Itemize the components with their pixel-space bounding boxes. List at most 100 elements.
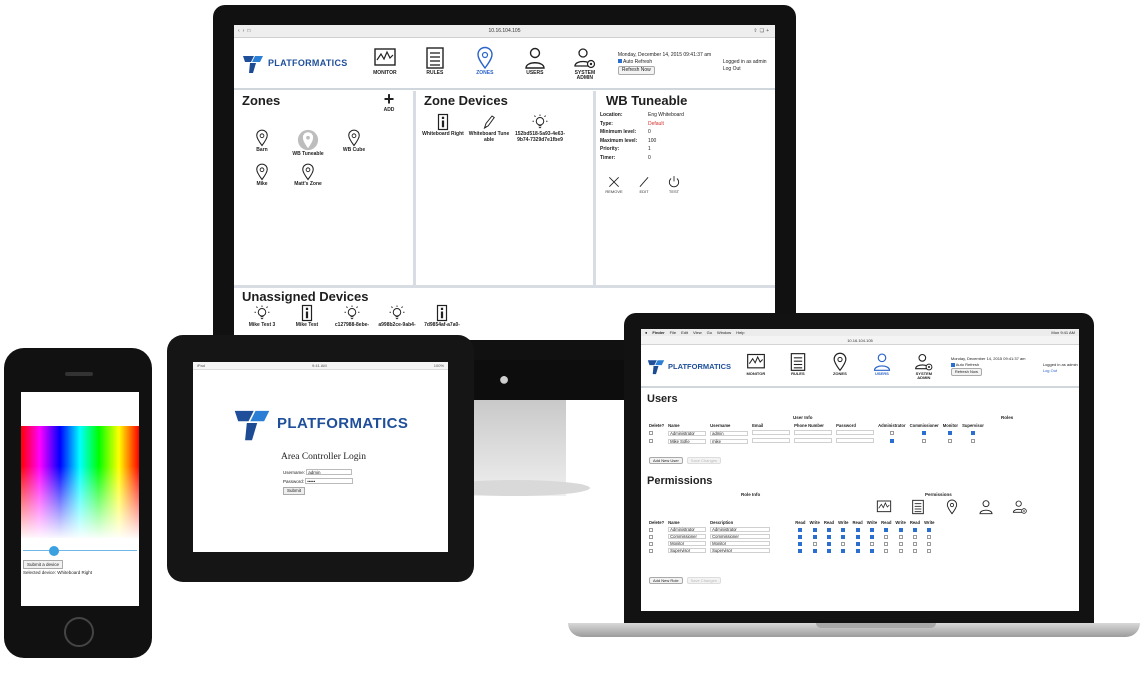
permission-checkbox[interactable] [884, 527, 889, 532]
permission-checkbox[interactable] [812, 541, 817, 546]
nav-system[interactable]: SYSTEM ADMIN [560, 45, 610, 81]
permission-checkbox[interactable] [869, 527, 874, 532]
brand-logo[interactable]: PLATFORMATICS [242, 52, 360, 74]
permission-checkbox[interactable] [869, 534, 874, 539]
zone-device-item[interactable]: Whiteboard Tuneable [468, 113, 510, 143]
submit-device-button[interactable]: Submit a device [23, 560, 64, 569]
permission-checkbox[interactable] [798, 534, 803, 539]
permission-checkbox[interactable] [884, 534, 889, 539]
role-description-field[interactable]: Administrator [710, 527, 771, 532]
address-bar[interactable]: 10.16.104.105 [278, 28, 731, 34]
user-password-field[interactable] [836, 430, 875, 435]
permission-checkbox[interactable] [898, 548, 903, 553]
unassigned-device[interactable]: Mike Test 3 [240, 304, 284, 328]
permission-checkbox[interactable] [812, 534, 817, 539]
refresh-now-button[interactable]: Refresh Now [617, 65, 655, 75]
slider-handle[interactable] [49, 546, 59, 556]
edit-button[interactable]: EDIT [632, 175, 656, 194]
role-checkbox[interactable] [889, 439, 894, 444]
zone-item[interactable]: Matt's Zone [288, 163, 328, 187]
zone-item[interactable]: Barn [242, 129, 282, 153]
laptop-nav-rules[interactable]: RULES [777, 352, 819, 381]
menu-edit[interactable]: Edit [681, 330, 688, 335]
permission-checkbox[interactable] [841, 541, 846, 546]
user-email-field[interactable] [752, 430, 791, 435]
role-description-field[interactable]: Commissioner [710, 534, 771, 539]
permission-checkbox[interactable] [812, 527, 817, 532]
permission-checkbox[interactable] [884, 548, 889, 553]
laptop-nav-zones[interactable]: ZONES [819, 352, 861, 381]
color-picker[interactable] [21, 426, 139, 540]
permission-checkbox[interactable] [898, 527, 903, 532]
permission-checkbox[interactable] [912, 548, 917, 553]
permission-checkbox[interactable] [826, 548, 831, 553]
role-checkbox[interactable] [922, 431, 927, 436]
permission-checkbox[interactable] [912, 534, 917, 539]
permission-checkbox[interactable] [826, 541, 831, 546]
unassigned-device[interactable]: a998b2ce-9ab4- [375, 304, 419, 328]
user-phone-field[interactable] [794, 438, 833, 443]
add-user-button[interactable]: Add New User [649, 457, 683, 464]
permission-checkbox[interactable] [927, 534, 932, 539]
menu-finder[interactable]: Finder [652, 330, 664, 335]
delete-checkbox[interactable] [649, 439, 653, 444]
laptop-nav-monitor[interactable]: MONITOR [735, 352, 777, 381]
plus-icon[interactable]: + [766, 28, 771, 34]
permission-checkbox[interactable] [855, 534, 860, 539]
permission-checkbox[interactable] [855, 541, 860, 546]
menu-view[interactable]: View [693, 330, 702, 335]
add-role-button[interactable]: Add New Role [649, 577, 683, 584]
role-name-field[interactable]: Administrator [668, 527, 707, 532]
unassigned-device[interactable]: c127988-8ebe- [330, 304, 374, 328]
laptop-auto-refresh-checkbox[interactable] [950, 362, 955, 367]
back-icon[interactable]: ‹ [238, 28, 240, 34]
user-password-field[interactable] [836, 438, 875, 443]
laptop-nav-users[interactable]: USERS [861, 352, 903, 381]
logout-link[interactable]: Log Out [723, 66, 741, 73]
zone-item[interactable]: Mike [242, 163, 282, 187]
permission-checkbox[interactable] [869, 548, 874, 553]
role-name-field[interactable]: Supervisor [668, 548, 707, 553]
test-button[interactable]: TEST [662, 175, 686, 194]
permission-checkbox[interactable] [841, 548, 846, 553]
delete-checkbox[interactable] [649, 548, 653, 553]
role-name-field[interactable]: Monitor [668, 541, 707, 546]
login-submit-button[interactable]: Submit [283, 487, 306, 495]
permission-checkbox[interactable] [841, 527, 846, 532]
permission-checkbox[interactable] [798, 527, 803, 532]
save-users-button[interactable]: Save Changes [686, 457, 722, 464]
role-name-field[interactable]: Commissioner [668, 534, 707, 539]
unassigned-device[interactable]: Mike Test [285, 304, 329, 328]
user-email-field[interactable] [752, 438, 791, 443]
apple-menu-icon[interactable]: ● [645, 330, 647, 335]
permission-checkbox[interactable] [855, 527, 860, 532]
permission-checkbox[interactable] [898, 534, 903, 539]
permission-checkbox[interactable] [927, 541, 932, 546]
role-checkbox[interactable] [948, 439, 953, 444]
permission-checkbox[interactable] [869, 541, 874, 546]
user-username-field[interactable]: admin [710, 430, 749, 436]
nav-monitor[interactable]: MONITOR [360, 45, 410, 81]
delete-checkbox[interactable] [649, 431, 653, 436]
permission-checkbox[interactable] [927, 548, 932, 553]
zone-device-item[interactable]: 152bd518-5a93-4e63-9b74-7329d7e1fbe9 [514, 113, 566, 143]
role-checkbox[interactable] [889, 431, 894, 436]
role-description-field[interactable]: Monitor [710, 541, 771, 546]
save-permissions-button[interactable]: Save Changes [686, 577, 721, 584]
role-checkbox[interactable] [948, 431, 953, 436]
role-checkbox[interactable] [922, 439, 927, 444]
permission-checkbox[interactable] [855, 548, 860, 553]
user-phone-field[interactable] [794, 430, 833, 435]
laptop-logout-link[interactable]: Log Out [1043, 368, 1057, 374]
laptop-address-bar[interactable]: 10.16.104.105 [641, 336, 1079, 345]
permission-checkbox[interactable] [898, 541, 903, 546]
remove-button[interactable]: REMOVE [602, 175, 626, 194]
password-input[interactable]: ••••• [305, 478, 354, 484]
permission-checkbox[interactable] [912, 527, 917, 532]
laptop-nav-system[interactable]: SYSTEM ADMIN [903, 352, 945, 381]
zone-item[interactable]: WB Tuneable [288, 129, 328, 157]
role-checkbox[interactable] [971, 439, 975, 444]
nav-zones[interactable]: ZONES [460, 45, 510, 81]
zone-device-item[interactable]: Whiteboard Right [422, 113, 464, 137]
permission-checkbox[interactable] [884, 541, 889, 546]
